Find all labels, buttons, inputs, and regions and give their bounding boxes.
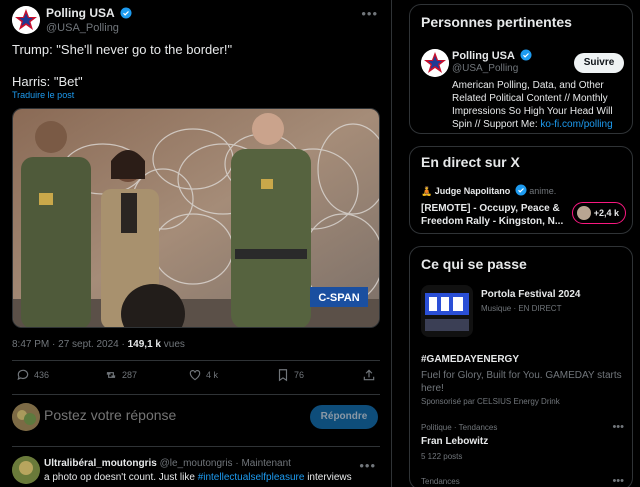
verified-badge-icon [515,184,527,196]
translate-link[interactable]: Traduire le post [12,90,74,100]
commenter-handle[interactable]: @le_moutongris [160,458,233,469]
relevant-people-card: Personnes pertinentes Polling USA @USA_P… [409,4,633,134]
post-views-count: 149,1 k [127,339,161,350]
sponsored-label: Sponsorisé par CELSIUS Energy Drink [421,397,560,406]
trend-category: Politique · Tendances [421,423,498,432]
more-icon[interactable]: ••• [612,475,624,487]
reply-input[interactable] [44,407,304,423]
divider [12,394,380,395]
share-icon [363,369,375,381]
relevant-bio: American Polling, Data, and Other Relate… [452,79,628,131]
reply-button[interactable]: Répondre [310,405,378,429]
comment-text-part: interviews [304,472,352,483]
live-card: En direct sur X 🧘 Judge Napolitano anime… [409,146,633,234]
cspan-logo: C-SPAN [318,292,359,304]
portola-thumbnail[interactable] [421,285,473,337]
relevant-handle[interactable]: @USA_Polling [452,63,518,74]
relevant-people-title: Personnes pertinentes [421,14,572,30]
post-meta: 8:47 PM · 27 sept. 2024 · 149,1 k vues [12,339,185,350]
reply-icon [17,369,29,381]
live-host[interactable]: 🧘 Judge Napolitano anime. [421,184,556,197]
verified-badge-icon [120,7,132,19]
post-actions: 436 287 4 k 76 [12,368,380,388]
listeners-badge[interactable]: +2,4 k [571,202,626,224]
trend-subtitle: Musique · EN DIRECT [481,304,562,313]
follow-button[interactable]: Suivre [574,53,624,73]
relevant-name-row: Polling USA [452,49,532,62]
post-author-handle[interactable]: @USA_Polling [46,22,119,34]
relevant-name[interactable]: Polling USA [452,50,515,62]
like-action[interactable]: 4 k [188,368,218,382]
post-timestamp[interactable]: 8:47 PM · 27 sept. 2024 · [12,339,128,350]
post-video[interactable]: C-SPAN [12,108,380,328]
trends-card: Ce qui se passe Portola Festival 2024 Mu… [409,246,633,487]
divider [12,446,380,447]
comment-time: · Maintenant [232,458,291,469]
host-name: Judge Napolitano [434,186,511,196]
like-icon [189,370,201,381]
repost-icon [106,372,116,378]
commenter-avatar[interactable] [12,456,40,484]
repost-action[interactable]: 287 [104,368,137,382]
author-avatar[interactable] [12,6,40,34]
repost-count: 287 [122,370,138,380]
more-icon[interactable]: ••• [612,421,624,433]
trends-title: Ce qui se passe [421,256,527,272]
comment-hashtag[interactable]: #intellectualselfpleasure [198,472,305,483]
host-suffix: anime. [526,186,557,196]
relevant-bio-link[interactable]: ko-fi.com/polling [540,119,612,130]
divider [12,360,380,361]
bookmark-action[interactable]: 76 [276,368,304,382]
trend-description: Fuel for Glory, Built for You. GAMEDAY s… [421,370,622,394]
bookmark-icon [278,369,288,382]
user-avatar[interactable] [12,403,40,431]
post-header: Polling USA @USA_Polling ••• [12,6,382,38]
trend-name[interactable]: Portola Festival 2024 [481,289,581,300]
relevant-avatar[interactable] [421,49,449,77]
share-action[interactable] [362,368,376,382]
comment-text-part: a photo op doesn't count. Just like [44,472,198,483]
trend-name[interactable]: #GAMEDAYENERGY [421,354,519,365]
verified-badge-icon [520,49,532,61]
bookmark-count: 76 [294,370,305,380]
trend-post-count: 5 122 posts [421,452,463,461]
like-count: 4 k [206,370,219,380]
reply-action[interactable]: 436 [16,368,49,382]
space-title[interactable]: [REMOTE] - Occupy, Peace & Freedom Rally… [421,202,573,228]
reply-count: 436 [34,370,50,380]
live-title: En direct sur X [421,154,520,170]
more-icon[interactable]: ••• [361,6,378,21]
comment-header: Ultralibéral_moutongris @le_moutongris ·… [44,458,291,469]
trend-name[interactable]: Fran Lebowitz [421,436,488,447]
reply-composer: Répondre [12,403,380,431]
comment-item[interactable]: Ultralibéral_moutongris @le_moutongris ·… [12,456,380,487]
host-emoji: 🧘 [421,186,433,196]
commenter-name[interactable]: Ultralibéral_moutongris [44,458,157,469]
post-text: Trump: "She'll never go to the border!" … [12,42,233,89]
main-column: Polling USA @USA_Polling ••• Trump: "She… [0,0,392,487]
comment-text: a photo op doesn't count. Just like #int… [44,472,352,483]
post-views-label: vues [161,339,185,350]
post-author-name[interactable]: Polling USA [46,6,115,20]
trend-category: Tendances [421,477,460,486]
listener-avatar [576,206,591,220]
more-icon[interactable]: ••• [359,458,376,473]
listeners-count: +2,4 k [593,208,619,218]
